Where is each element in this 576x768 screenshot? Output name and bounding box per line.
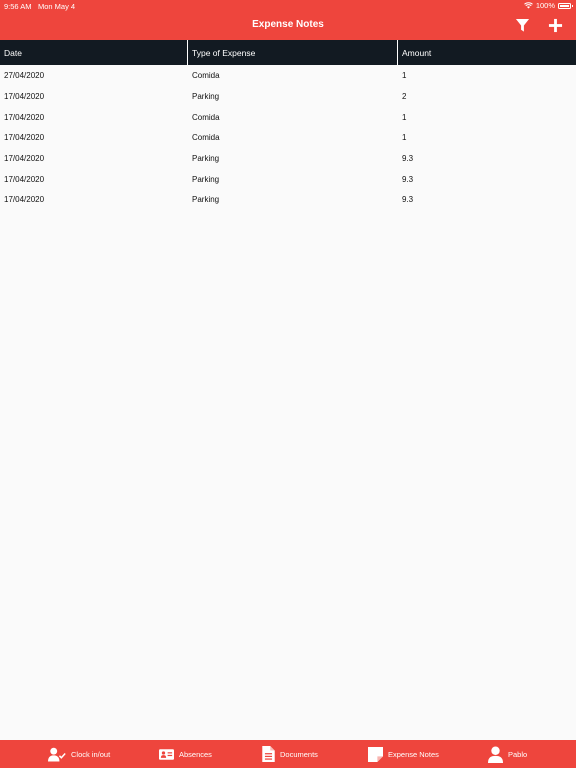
tab-expense-notes[interactable]: Expense Notes	[368, 740, 439, 768]
cell-type: Parking	[192, 174, 220, 184]
table-row[interactable]: 17/04/2020 Comida 1	[0, 128, 576, 149]
id-card-icon	[159, 748, 174, 760]
tab-bar: Clock in/out Absences Documents Expense …	[0, 740, 576, 768]
table-row[interactable]: 17/04/2020 Parking 9.3	[0, 169, 576, 190]
status-right: 100%	[523, 1, 573, 10]
cell-date: 17/04/2020	[4, 133, 45, 143]
note-icon	[368, 746, 383, 762]
user-icon	[488, 746, 503, 763]
tab-label: Pablo	[508, 749, 528, 759]
cell-type: Comida	[192, 71, 220, 81]
cell-amount: 9.3	[402, 195, 414, 205]
cell-date: 17/04/2020	[4, 112, 45, 122]
column-header-date[interactable]: Date	[0, 40, 188, 65]
cell-date: 27/04/2020	[4, 71, 45, 81]
top-bar: 9:56 AM Mon May 4 100% Expense Notes	[0, 0, 576, 40]
status-bar: 9:56 AM Mon May 4 100%	[0, 0, 576, 12]
cell-date: 17/04/2020	[4, 92, 45, 102]
cell-date: 17/04/2020	[4, 154, 45, 164]
tab-label: Clock in/out	[71, 749, 111, 759]
cell-type: Parking	[192, 195, 220, 205]
cell-date: 17/04/2020	[4, 174, 45, 184]
add-button[interactable]	[546, 16, 564, 34]
cell-type: Comida	[192, 133, 220, 143]
expense-table: Date Type of Expense Amount 27/04/2020 C…	[0, 40, 576, 210]
battery-percent: 100%	[535, 1, 555, 10]
tab-documents[interactable]: Documents	[262, 740, 318, 768]
tab-clock-in-out[interactable]: Clock in/out	[48, 740, 110, 768]
table-body: 27/04/2020 Comida 1 17/04/2020 Parking 2…	[0, 65, 576, 210]
battery-icon	[558, 2, 573, 9]
cell-amount: 1	[402, 71, 407, 81]
wifi-icon	[523, 2, 533, 9]
tab-label: Absences	[179, 749, 212, 759]
column-header-amount[interactable]: Amount	[398, 40, 576, 65]
cell-type: Comida	[192, 112, 220, 122]
cell-amount: 9.3	[402, 154, 414, 164]
cell-amount: 2	[402, 92, 407, 102]
tab-profile[interactable]: Pablo	[488, 740, 527, 768]
filter-button[interactable]	[513, 16, 531, 34]
page-title: Expense Notes	[252, 19, 324, 30]
table-row[interactable]: 27/04/2020 Comida 1	[0, 66, 576, 87]
cell-type: Parking	[192, 154, 220, 164]
cell-type: Parking	[192, 92, 220, 102]
table-row[interactable]: 17/04/2020 Parking 2	[0, 86, 576, 107]
table-row[interactable]: 17/04/2020 Comida 1	[0, 107, 576, 128]
cell-amount: 1	[402, 133, 407, 143]
document-icon	[262, 746, 275, 762]
cell-date: 17/04/2020	[4, 195, 45, 205]
cell-amount: 1	[402, 112, 407, 122]
cell-amount: 9.3	[402, 174, 414, 184]
tab-label: Documents	[280, 749, 318, 759]
table-header: Date Type of Expense Amount	[0, 40, 576, 65]
column-header-type[interactable]: Type of Expense	[188, 40, 398, 65]
filter-icon	[515, 18, 529, 32]
user-check-icon	[48, 747, 66, 761]
status-date: Mon May 4	[38, 2, 76, 11]
tab-absences[interactable]: Absences	[159, 740, 212, 768]
status-time: 9:56 AM	[4, 2, 32, 11]
tab-label: Expense Notes	[388, 749, 439, 759]
plus-icon	[548, 18, 562, 32]
table-row[interactable]: 17/04/2020 Parking 9.3	[0, 148, 576, 169]
table-row[interactable]: 17/04/2020 Parking 9.3	[0, 190, 576, 211]
